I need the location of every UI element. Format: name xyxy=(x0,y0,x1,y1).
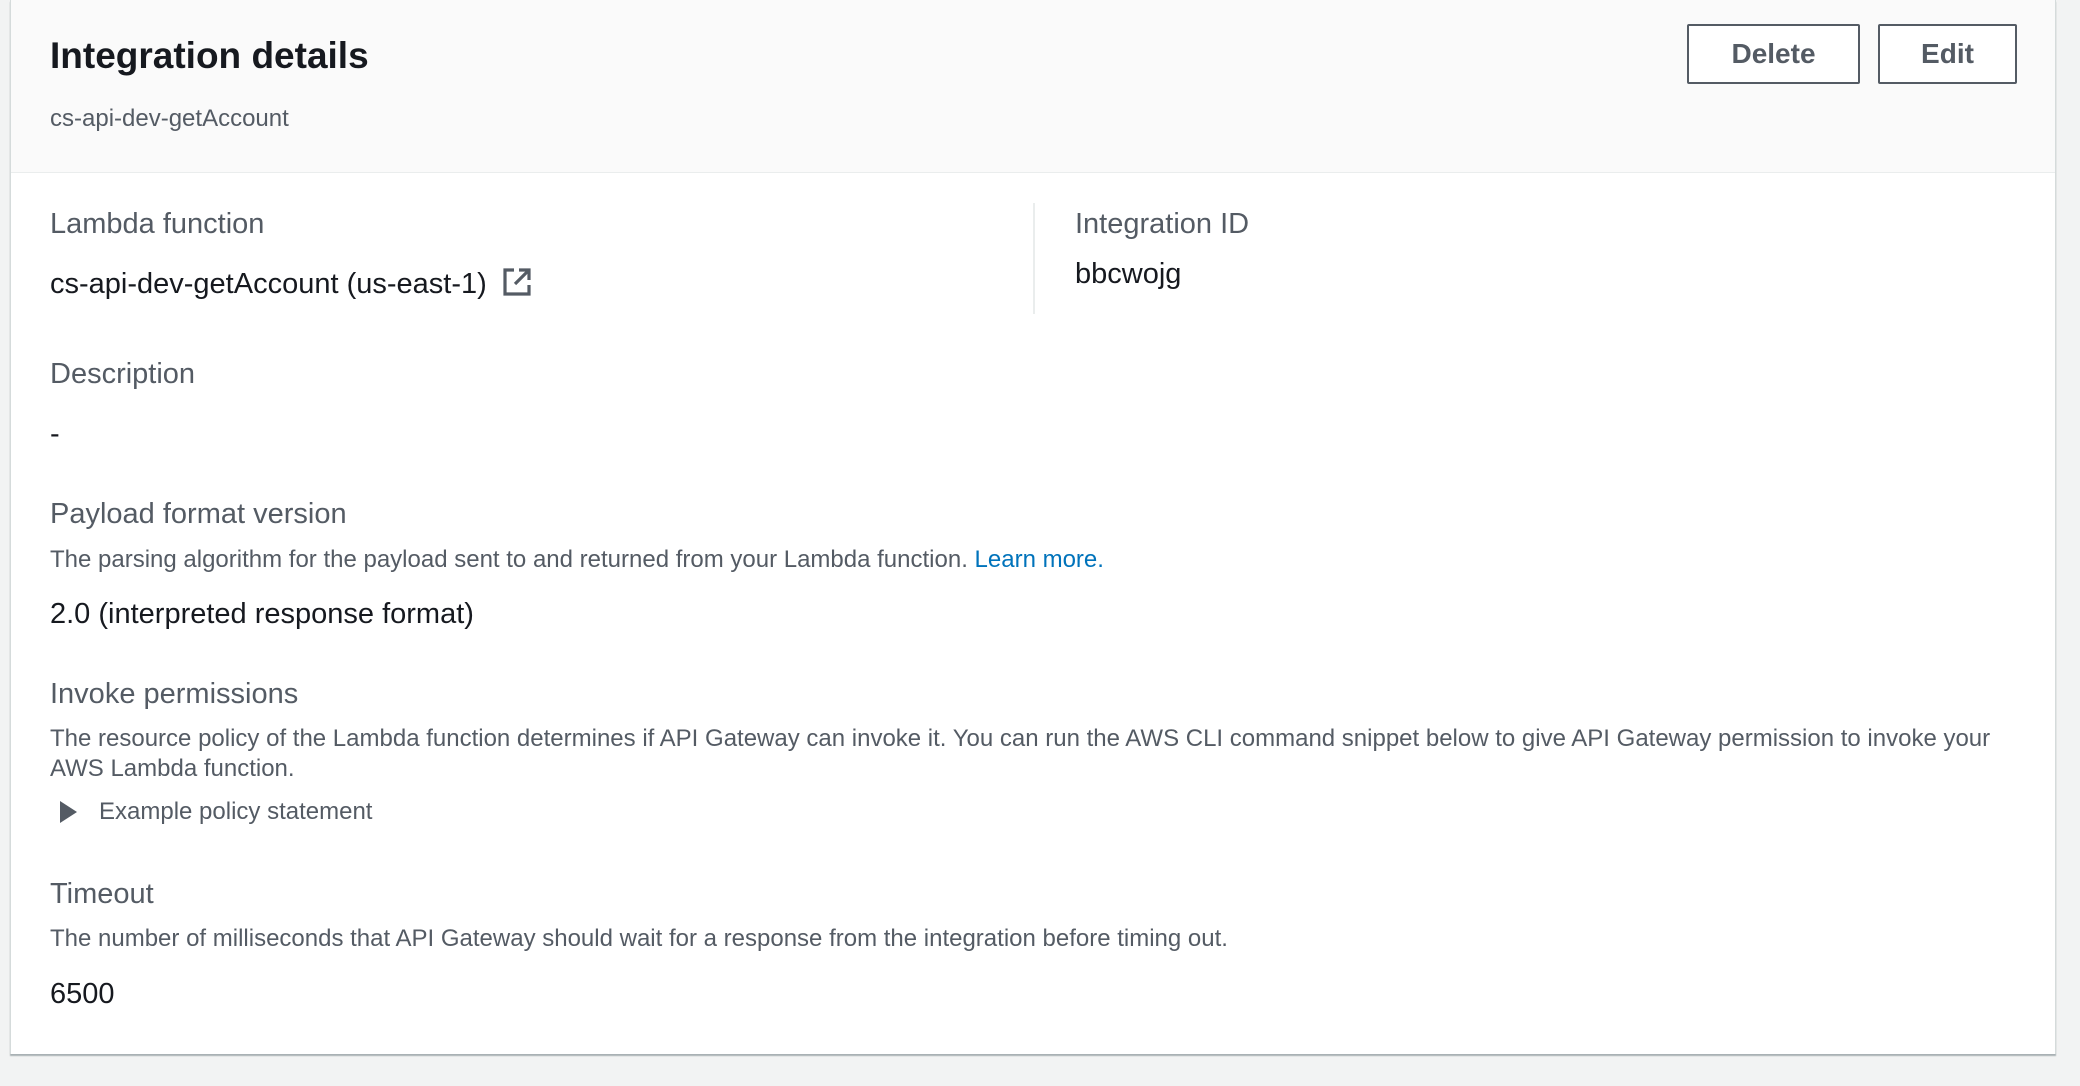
integration-id-label: Integration ID xyxy=(1075,208,1250,240)
delete-button[interactable]: Delete xyxy=(1687,24,1860,84)
payload-format-value: 2.0 (interpreted response format) xyxy=(50,598,474,630)
description-label: Description xyxy=(50,358,196,390)
timeout-description: The number of milliseconds that API Gate… xyxy=(50,925,1228,952)
lambda-function-link[interactable]: cs-api-dev-getAccount (us-east-1) xyxy=(50,268,487,300)
integration-details-panel: Integration details cs-api-dev-getAccoun… xyxy=(10,0,2056,1054)
integration-id-value: bbcwojg xyxy=(1075,258,1182,290)
timeout-label: Timeout xyxy=(50,878,154,910)
description-value: - xyxy=(50,418,60,450)
column-divider xyxy=(1033,203,1035,314)
invoke-permissions-label: Invoke permissions xyxy=(50,678,299,710)
timeout-value: 6500 xyxy=(50,978,115,1010)
page-title: Integration details xyxy=(50,35,369,76)
integration-name-subtitle: cs-api-dev-getAccount xyxy=(50,105,289,132)
example-policy-label: Example policy statement xyxy=(99,798,373,825)
payload-format-description-text: The parsing algorithm for the payload se… xyxy=(50,546,968,573)
lambda-function-label: Lambda function xyxy=(50,208,265,240)
payload-format-description: The parsing algorithm for the payload se… xyxy=(50,545,1104,575)
payload-format-label: Payload format version xyxy=(50,498,347,530)
lambda-function-value: cs-api-dev-getAccount (us-east-1) xyxy=(50,266,533,302)
learn-more-link[interactable]: Learn more. xyxy=(975,546,1104,573)
edit-button[interactable]: Edit xyxy=(1878,24,2017,84)
caret-right-icon xyxy=(60,801,77,823)
example-policy-expander[interactable]: Example policy statement xyxy=(60,797,372,827)
external-link-icon[interactable] xyxy=(501,266,533,298)
panel-header: Integration details cs-api-dev-getAccoun… xyxy=(11,0,2055,173)
invoke-permissions-description: The resource policy of the Lambda functi… xyxy=(50,725,1991,782)
